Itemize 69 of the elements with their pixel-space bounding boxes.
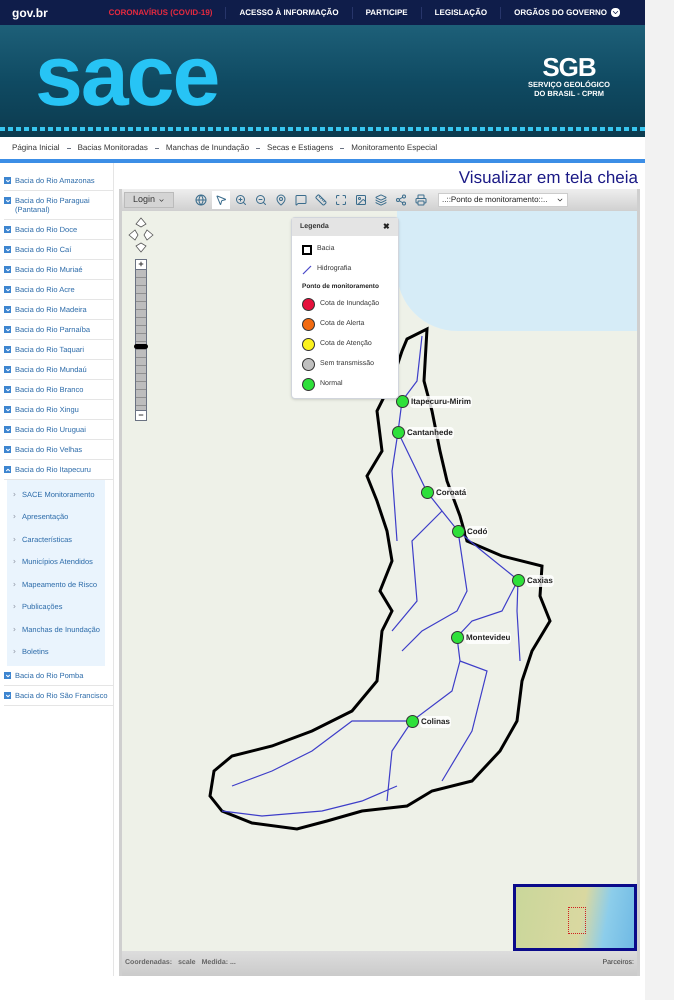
zoom-in-button[interactable]: + (135, 259, 147, 270)
caret-icon (556, 196, 564, 204)
station-marker[interactable] (396, 395, 409, 408)
extent-marker (568, 907, 586, 934)
breadcrumb-link[interactable]: Monitoramento Especial (351, 142, 438, 154)
expand-icon (4, 306, 11, 313)
station-marker[interactable] (451, 631, 464, 644)
caret-icon (611, 8, 620, 17)
expand-icon (4, 326, 11, 333)
bullet-icon (12, 649, 17, 654)
bullet-icon (12, 514, 17, 520)
expand-icon (4, 197, 11, 204)
expand-icon (4, 246, 11, 253)
top-nav-link[interactable]: LEGISLAÇÃO (420, 6, 500, 18)
basin-swatch-icon (302, 244, 312, 254)
station-marker[interactable] (421, 486, 434, 499)
overview-map[interactable] (513, 884, 637, 951)
expand-icon (4, 406, 11, 413)
expand-icon (4, 446, 11, 453)
close-button[interactable]: ✖ (383, 221, 390, 233)
station-label: Montevideu (465, 632, 512, 644)
expand-icon (4, 692, 11, 699)
station-select[interactable]: ..::Ponto de monitoramento::.. (438, 193, 568, 207)
station-label: Codó (466, 526, 488, 538)
station-marker[interactable] (512, 574, 525, 587)
govbr-logo[interactable]: gov.br (12, 4, 96, 22)
top-nav-link[interactable]: ACESSO À INFORMAÇÃO (225, 6, 352, 18)
expand-icon (4, 386, 11, 393)
expand-icon (4, 426, 11, 433)
login-button[interactable]: Login (124, 192, 174, 208)
station-marker[interactable] (452, 525, 465, 538)
bullet-icon (12, 604, 17, 610)
expand-icon (4, 266, 11, 273)
breadcrumb-link[interactable]: Página Inicial (12, 142, 60, 154)
bullet-icon (12, 492, 17, 497)
breadcrumb-link[interactable]: Manchas de Inundação (166, 142, 250, 154)
expand-icon (4, 672, 11, 679)
fullscreen-link[interactable]: Visualizar em tela cheia (458, 167, 640, 189)
pan-control-icon[interactable] (128, 217, 154, 253)
expand-icon (4, 177, 11, 184)
expand-icon (4, 226, 11, 233)
bullet-icon (12, 582, 17, 587)
collapse-icon (4, 466, 11, 473)
top-nav-link[interactable]: CORONAVÍRUS (COVID-19) (96, 6, 226, 18)
expand-icon (4, 286, 11, 293)
expand-icon (4, 366, 11, 373)
station-label: Caxias (526, 574, 554, 586)
top-nav-link[interactable]: PARTICIPE (352, 6, 421, 18)
zoom-slider-thumb[interactable] (134, 344, 148, 349)
zoom-slider[interactable] (135, 270, 147, 410)
river-swatch-icon (302, 264, 312, 274)
expand-icon (4, 346, 11, 353)
zoom-out-button[interactable]: − (135, 410, 147, 421)
station-label: Colinas (420, 716, 451, 728)
pointer-icon[interactable] (212, 191, 230, 209)
top-nav-link[interactable]: ORGÃOS DO GOVERNO (500, 6, 633, 18)
bullet-icon (12, 559, 17, 564)
station-marker[interactable] (406, 715, 419, 728)
bullet-icon (12, 536, 17, 542)
station-marker[interactable] (392, 426, 405, 439)
station-label: Coroatá (435, 486, 468, 498)
sace-logo: sace (35, 33, 218, 119)
station-label: Cantanhede (406, 426, 454, 438)
sgb-logo: SGB (542, 54, 596, 80)
caret-icon (158, 196, 166, 204)
breadcrumb-link[interactable]: Bacias Monitoradas (78, 142, 148, 154)
bullet-icon (12, 626, 17, 632)
breadcrumb-link[interactable]: Secas e Estiagens (267, 142, 334, 154)
station-label: Itapecuru-Mirim (410, 396, 472, 408)
